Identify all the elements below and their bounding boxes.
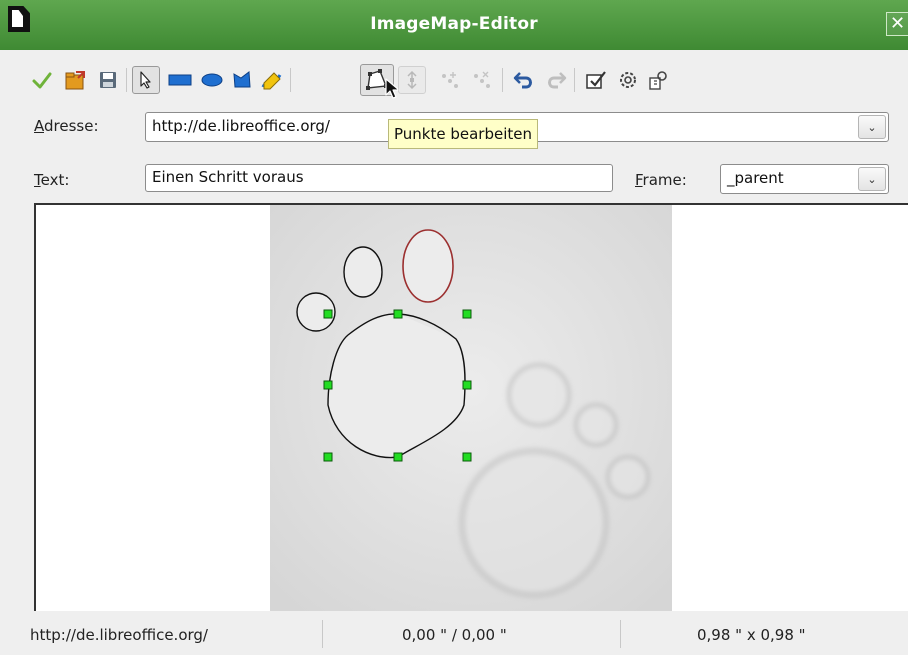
undo-icon[interactable]	[510, 66, 538, 94]
ellipse-icon[interactable]	[198, 66, 226, 94]
freeform-polygon-icon[interactable]	[258, 66, 286, 94]
save-icon[interactable]	[94, 66, 122, 94]
properties-icon[interactable]	[644, 66, 672, 94]
frame-label: Frame:	[635, 171, 687, 189]
status-separator	[322, 620, 323, 648]
imagemap-drawing	[270, 205, 672, 611]
toolbar-separator	[502, 68, 503, 92]
apply-icon[interactable]	[28, 66, 56, 94]
insert-points-icon[interactable]	[436, 66, 464, 94]
status-bar: http://de.libreoffice.org/ 0,00 " / 0,00…	[0, 612, 908, 655]
image-canvas[interactable]	[34, 203, 908, 611]
frame-value: _parent	[727, 169, 784, 187]
status-separator	[620, 620, 621, 648]
select-icon[interactable]	[132, 66, 160, 94]
toolbar-separator	[126, 68, 127, 92]
toolbar	[28, 62, 728, 100]
redo-icon[interactable]	[542, 66, 570, 94]
macro-icon[interactable]	[614, 66, 642, 94]
move-points-icon[interactable]	[398, 66, 426, 94]
polygon-icon[interactable]	[228, 66, 256, 94]
delete-points-icon[interactable]	[468, 66, 496, 94]
rectangle-icon[interactable]	[166, 66, 194, 94]
active-icon[interactable]	[582, 66, 610, 94]
window-title: ImageMap-Editor	[370, 14, 538, 34]
text-field[interactable]: Einen Schritt voraus	[145, 164, 613, 192]
tooltip: Punkte bearbeiten	[388, 119, 539, 149]
text-label: Text:	[34, 171, 70, 189]
status-size: 0,98 " x 0,98 "	[697, 626, 806, 644]
address-value: http://de.libreoffice.org/	[152, 117, 330, 135]
close-icon[interactable]: ✕	[886, 12, 908, 36]
chevron-down-icon[interactable]: ⌄	[858, 167, 886, 191]
frame-combobox[interactable]: _parent ⌄	[720, 164, 889, 194]
status-position: 0,00 " / 0,00 "	[402, 626, 507, 644]
toolbar-separator	[290, 68, 291, 92]
status-url: http://de.libreoffice.org/	[30, 626, 208, 644]
imagemap-editor-window: ImageMap-Editor ✕ Adresse: http://de.lib…	[0, 0, 908, 655]
toolbar-separator	[574, 68, 575, 92]
chevron-down-icon[interactable]: ⌄	[858, 115, 886, 139]
title-bar: ImageMap-Editor ✕	[0, 0, 908, 50]
address-label: Adresse:	[34, 117, 99, 135]
open-icon[interactable]	[62, 66, 90, 94]
